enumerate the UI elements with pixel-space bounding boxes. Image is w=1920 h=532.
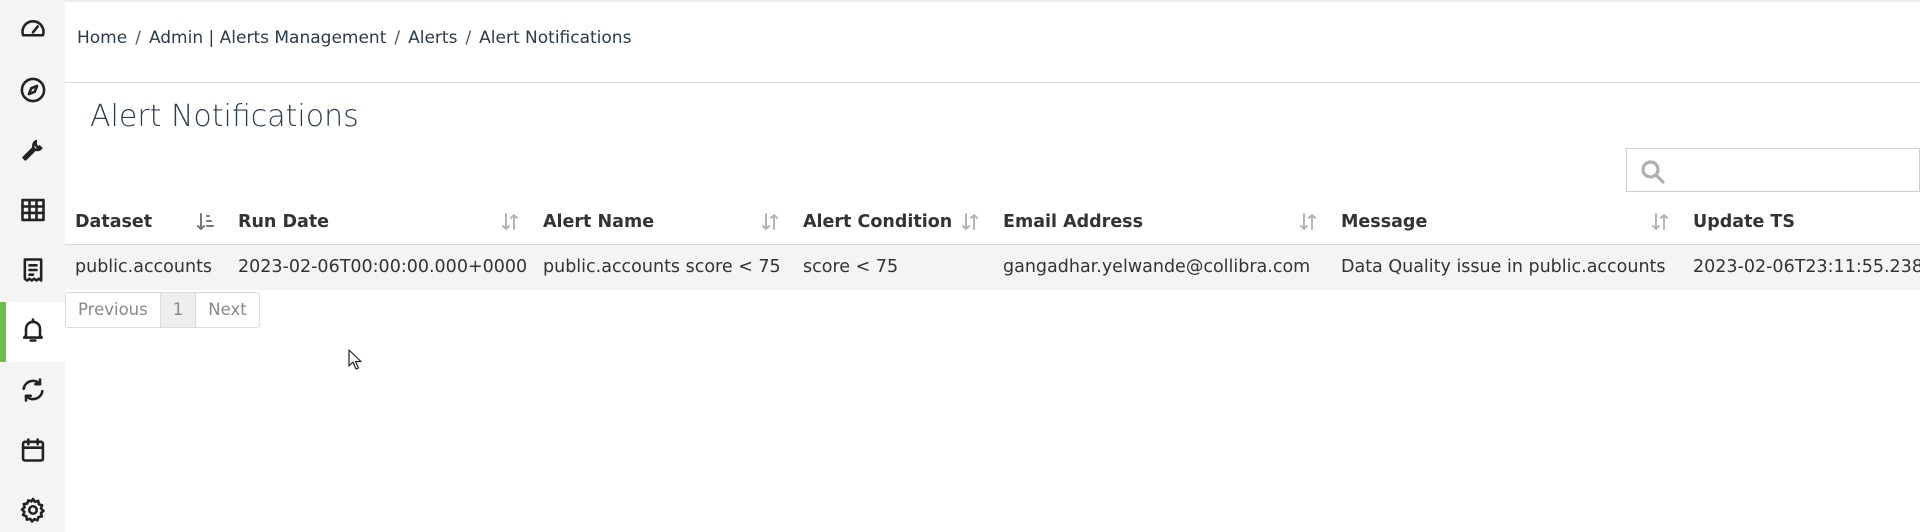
- dashboard-gauge-icon: [19, 16, 47, 48]
- page-title: Alert Notifications: [90, 99, 359, 134]
- column-label: Alert Name: [543, 211, 655, 232]
- breadcrumb-alerts[interactable]: Alerts: [408, 28, 457, 48]
- table-row[interactable]: public.accounts 2023-02-06T00:00:00.000+…: [65, 244, 1920, 290]
- breadcrumb-home[interactable]: Home: [77, 28, 127, 48]
- column-label: Update TS: [1693, 211, 1795, 232]
- column-label: Email Address: [1003, 211, 1144, 232]
- search-icon: [1639, 158, 1667, 186]
- cell-run-date: 2023-02-06T00:00:00.000+0000: [228, 244, 533, 290]
- nav-catalog[interactable]: [0, 182, 65, 242]
- nav-reports[interactable]: [0, 242, 65, 302]
- table-grid-icon: [19, 196, 47, 228]
- sort-icon[interactable]: [761, 212, 779, 232]
- mouse-cursor-icon: [348, 349, 362, 370]
- pagination: Previous 1 Next: [65, 292, 260, 328]
- breadcrumb-admin-alerts-management[interactable]: Admin | Alerts Management: [149, 28, 386, 48]
- header-divider: [65, 82, 1920, 83]
- column-header-message[interactable]: Message: [1331, 200, 1683, 245]
- bell-icon: [19, 316, 47, 348]
- sort-ascending-icon[interactable]: [196, 212, 214, 232]
- breadcrumb-separator: /: [394, 28, 401, 48]
- nav-dashboard[interactable]: [0, 2, 65, 62]
- cell-update-ts: 2023-02-06T23:11:55.238+0000: [1683, 244, 1920, 290]
- sort-icon[interactable]: [501, 212, 519, 232]
- compass-icon: [19, 76, 47, 108]
- column-label: Alert Condition: [803, 211, 953, 232]
- nav-tools[interactable]: [0, 122, 65, 182]
- previous-page-button[interactable]: Previous: [66, 293, 161, 327]
- breadcrumb-separator: /: [465, 28, 472, 48]
- column-header-update-ts[interactable]: Update TS: [1683, 200, 1920, 245]
- column-label: Message: [1341, 211, 1428, 232]
- top-border: [65, 0, 1920, 2]
- next-page-button[interactable]: Next: [196, 293, 259, 327]
- nav-scheduler[interactable]: [0, 422, 65, 482]
- breadcrumb-alert-notifications: Alert Notifications: [479, 28, 632, 48]
- breadcrumb: Home / Admin | Alerts Management / Alerts / Al…: [77, 28, 631, 48]
- column-header-alert-condition[interactable]: Alert Condition: [793, 200, 993, 245]
- breadcrumb-separator: /: [135, 28, 141, 48]
- cell-email-address: gangadhar.yelwande@collibra.com: [993, 244, 1331, 290]
- sort-icon[interactable]: [1299, 212, 1317, 232]
- cell-message: Data Quality issue in public.accounts: [1331, 244, 1683, 290]
- column-header-email-address[interactable]: Email Address: [993, 200, 1331, 245]
- gear-icon: [19, 496, 47, 528]
- sidebar-nav: [0, 0, 65, 532]
- report-document-icon: [19, 256, 47, 288]
- nav-alerts[interactable]: [0, 302, 65, 362]
- page-number-button[interactable]: 1: [160, 293, 197, 327]
- cell-alert-condition: score < 75: [793, 244, 993, 290]
- cell-dataset: public.accounts: [65, 244, 228, 290]
- nav-explorer[interactable]: [0, 62, 65, 122]
- wrench-icon: [19, 136, 47, 168]
- calendar-icon: [19, 436, 47, 468]
- column-label: Dataset: [75, 211, 153, 232]
- nav-jobs[interactable]: [0, 362, 65, 422]
- search-field[interactable]: [1626, 148, 1920, 192]
- column-header-alert-name[interactable]: Alert Name: [533, 200, 793, 245]
- column-header-dataset[interactable]: Dataset: [65, 200, 228, 245]
- table-header-row: Dataset Run Date Alert Name Alert Condit…: [65, 200, 1920, 245]
- sort-icon[interactable]: [1651, 212, 1669, 232]
- cell-alert-name: public.accounts score < 75: [533, 244, 793, 290]
- search-input[interactable]: [1675, 149, 1915, 191]
- sync-icon: [19, 376, 47, 408]
- column-header-run-date[interactable]: Run Date: [228, 200, 533, 245]
- alert-notifications-table: Dataset Run Date Alert Name Alert Condit…: [65, 200, 1920, 290]
- column-label: Run Date: [238, 211, 330, 232]
- nav-settings[interactable]: [0, 482, 65, 532]
- sort-icon[interactable]: [961, 212, 979, 232]
